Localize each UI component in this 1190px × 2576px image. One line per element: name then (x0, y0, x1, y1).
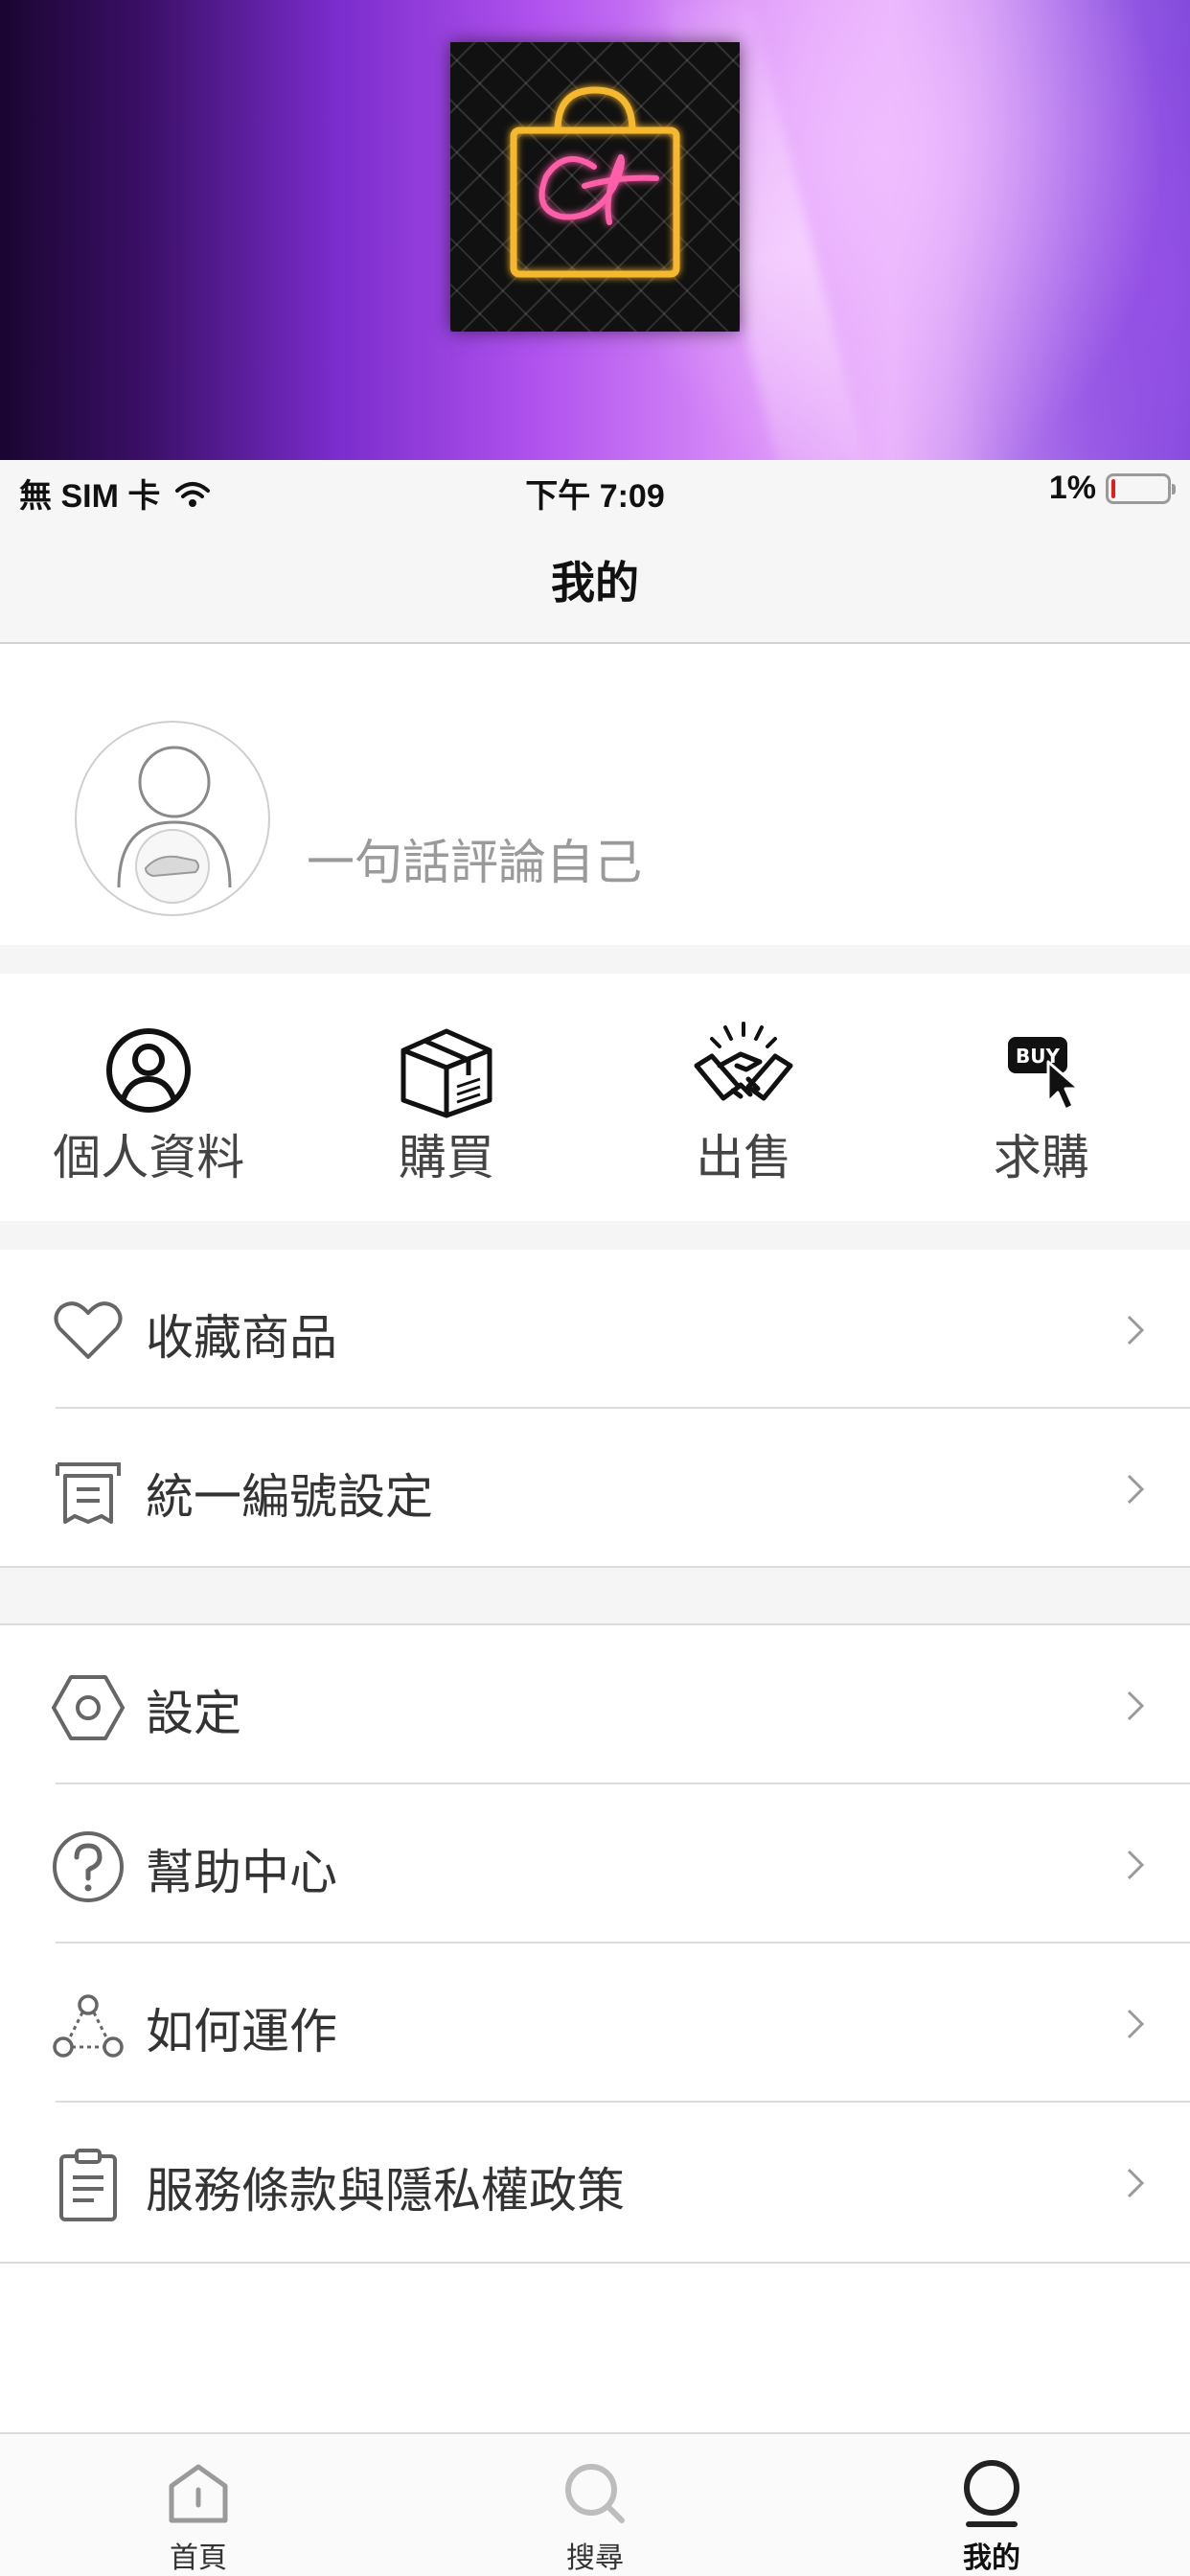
home-icon (169, 2464, 228, 2523)
menu-item-label: 幫助中心 (146, 1845, 337, 1900)
menu-item-label: 統一編號設定 (146, 1469, 433, 1525)
chevron-right-icon (1127, 2009, 1145, 2039)
action-buy[interactable]: 購買 (298, 974, 596, 1221)
chevron-right-icon (1127, 1474, 1145, 1505)
app-logo (450, 42, 740, 332)
menu-item-label: 收藏商品 (146, 1310, 337, 1366)
profile-section: 一句話評論自己 (0, 644, 1190, 945)
action-label: 購買 (398, 1130, 494, 1185)
tab-label: 首頁 (170, 2542, 227, 2575)
bio-placeholder[interactable]: 一句話評論自己 (307, 824, 642, 893)
profile-tab-icon (964, 2460, 1019, 2527)
help-icon (53, 1831, 124, 1902)
hexagon-nut-icon (52, 1675, 125, 1740)
tab-bar: 首頁 搜尋 我的 (0, 2432, 1190, 2576)
section-spacer (0, 1568, 1190, 1623)
section-spacer (0, 945, 1190, 974)
package-icon (400, 1028, 492, 1118)
person-icon (106, 1028, 192, 1113)
menu-item-tax-id[interactable]: 統一編號設定 (0, 1409, 1190, 1568)
heart-icon (54, 1301, 123, 1359)
navigation-bar: 我的 (0, 518, 1190, 644)
battery-percent: 1% (1048, 470, 1096, 506)
tab-mine[interactable]: 我的 (793, 2434, 1190, 2576)
chevron-right-icon (1127, 2168, 1145, 2198)
action-want-to-buy[interactable]: BUY 求購 (893, 974, 1190, 1221)
status-bar: 無 SIM 卡 下午 7:09 1% (0, 460, 1190, 518)
action-profile[interactable]: 個人資料 (0, 974, 298, 1221)
clipboard-icon (59, 2149, 117, 2221)
menu-item-terms-privacy[interactable]: 服務條款與隱私權政策 (0, 2103, 1190, 2262)
section-spacer (0, 1221, 1190, 1250)
neon-bag-logo-icon (510, 86, 680, 278)
action-label: 出售 (696, 1130, 792, 1185)
action-sell[interactable]: 出售 (595, 974, 893, 1221)
search-icon (565, 2464, 625, 2523)
clock: 下午 7:09 (525, 478, 665, 515)
promo-banner[interactable] (0, 0, 1190, 460)
action-label: 求購 (993, 1130, 1089, 1185)
quick-actions: 個人資料 購買 出售 BUY 求購 (0, 974, 1190, 1221)
chevron-right-icon (1127, 1315, 1145, 1346)
flow-nodes-icon (53, 1994, 124, 2058)
action-label: 個人資料 (53, 1130, 245, 1185)
battery-icon (1106, 472, 1176, 504)
avatar[interactable] (75, 721, 270, 916)
menu-item-label: 如何運作 (146, 2004, 337, 2059)
menu-group-settings: 設定 幫助中心 如何運作 服務條款與隱私權政策 (0, 1625, 1190, 2262)
chevron-right-icon (1127, 1850, 1145, 1880)
page-title: 我的 (551, 557, 639, 609)
tab-home[interactable]: 首頁 (0, 2434, 397, 2576)
avatar-placeholder-icon (117, 746, 232, 904)
handshake-icon (694, 1022, 793, 1101)
chevron-right-icon (1127, 1690, 1145, 1721)
tab-search[interactable]: 搜尋 (397, 2434, 793, 2576)
menu-item-favorites[interactable]: 收藏商品 (0, 1250, 1190, 1409)
buy-cursor-icon: BUY (1007, 1037, 1081, 1112)
menu-item-help-center[interactable]: 幫助中心 (0, 1784, 1190, 1944)
tab-label: 搜尋 (566, 2542, 624, 2575)
menu-item-label: 設定 (146, 1686, 241, 1741)
menu-item-settings[interactable]: 設定 (0, 1625, 1190, 1784)
svg-text:BUY: BUY (1016, 1045, 1060, 1068)
menu-group-favorites: 收藏商品 統一編號設定 (0, 1250, 1190, 1568)
divider (0, 2262, 1190, 2264)
menu-item-how-it-works[interactable]: 如何運作 (0, 1944, 1190, 2103)
tab-label: 我的 (963, 2542, 1020, 2575)
receipt-icon (56, 1462, 121, 1524)
menu-item-label: 服務條款與隱私權政策 (146, 2163, 625, 2219)
